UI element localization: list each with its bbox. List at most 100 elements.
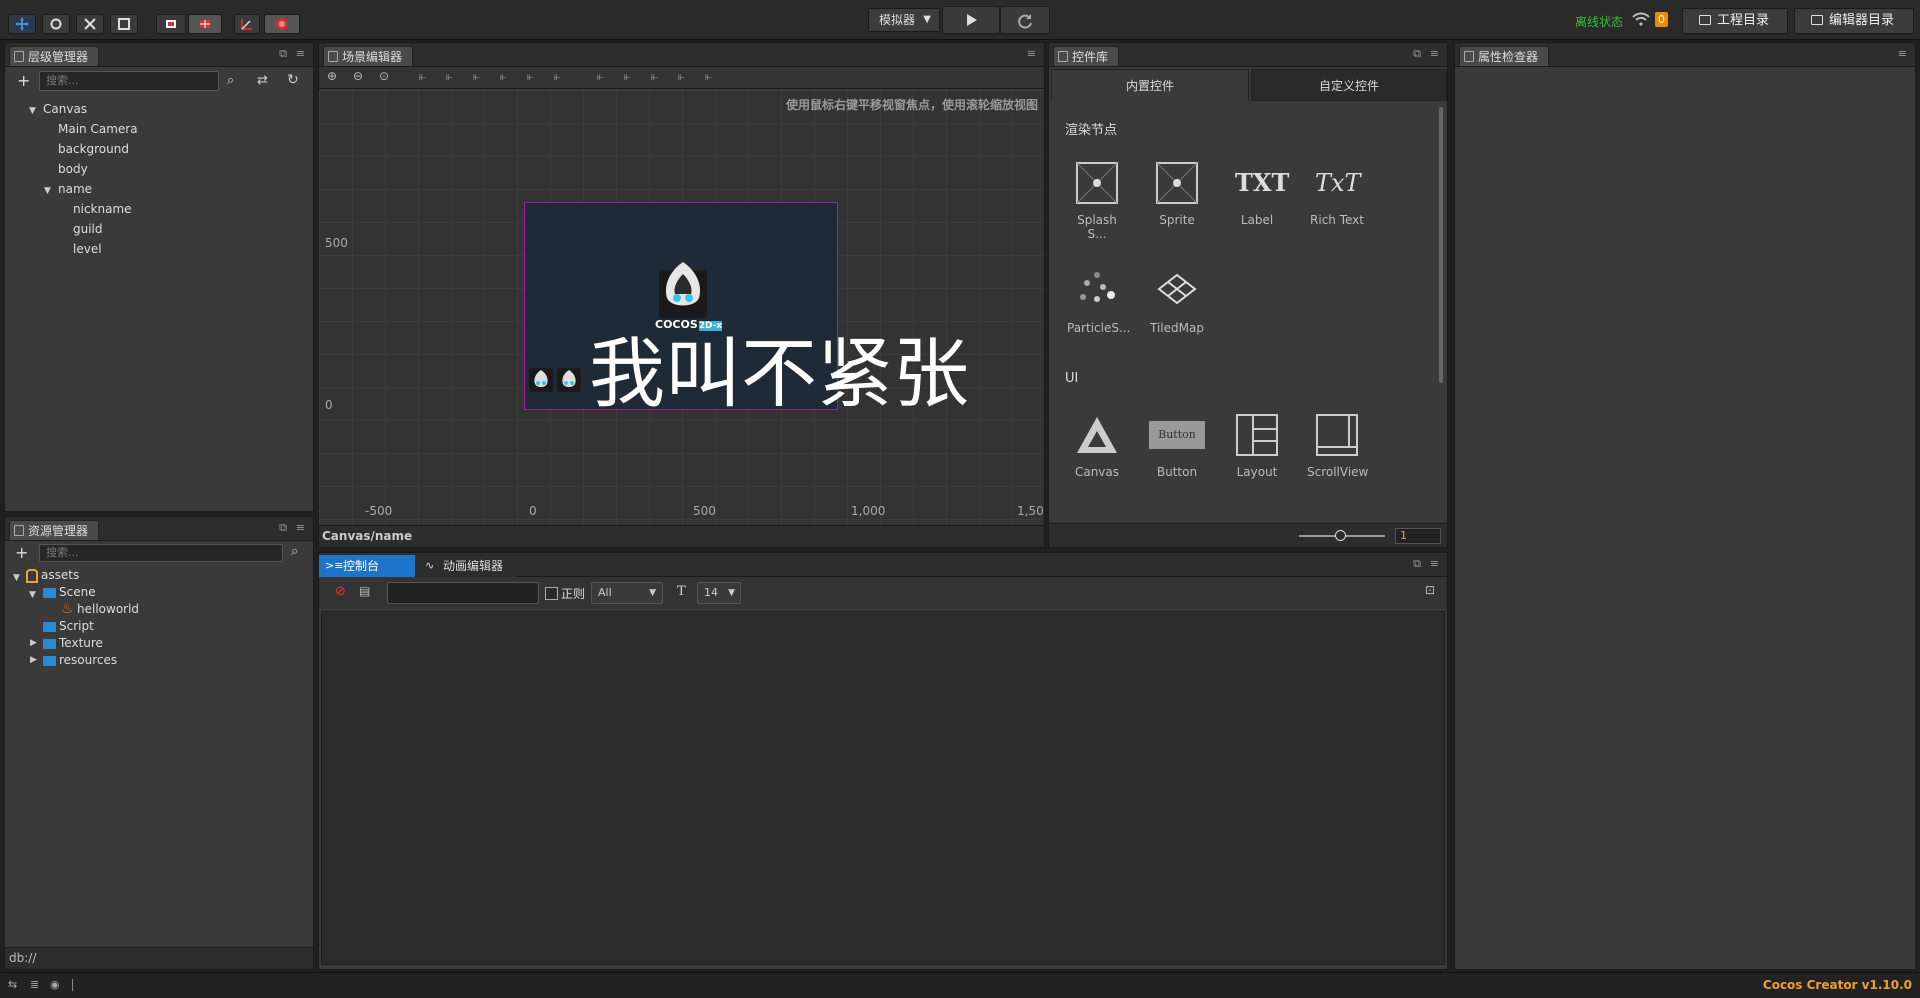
asset-resources-folder[interactable]: resources [59, 653, 117, 667]
swap-icon[interactable]: ⇄ [257, 73, 268, 88]
widget-tiledmap[interactable]: TiledMap [1147, 269, 1207, 335]
tree-node-name[interactable]: name [58, 182, 92, 196]
widget-scrollview[interactable]: ScrollView [1307, 413, 1368, 479]
chevron-right-icon[interactable]: ▶ [30, 655, 37, 665]
tree-node-nickname[interactable]: nickname [73, 202, 132, 216]
asset-helloworld[interactable]: helloworld [77, 602, 139, 616]
asset-scene-folder[interactable]: Scene [59, 585, 96, 599]
console-filter-input[interactable] [387, 582, 539, 604]
add-asset-button[interactable]: + [15, 543, 28, 562]
search-icon[interactable]: ⌕ [227, 73, 234, 88]
tab-builtin[interactable]: 内置控件 [1051, 69, 1249, 101]
tab-custom[interactable]: 自定义控件 [1251, 69, 1447, 101]
hierarchy-search-input[interactable]: 搜索... [39, 71, 219, 91]
font-size-select[interactable]: 14 ▼ [697, 582, 741, 604]
slider-handle[interactable] [1335, 530, 1346, 541]
cocos-logo[interactable]: COCOS2D-x [653, 260, 723, 334]
asset-texture-folder[interactable]: Texture [59, 636, 103, 650]
widget-particle-system[interactable]: ParticleS... [1067, 269, 1130, 335]
eye-icon[interactable]: ◉ [50, 978, 60, 991]
widget-list-scrollbar[interactable] [1439, 107, 1443, 383]
chevron-right-icon[interactable]: ▶ [30, 638, 37, 648]
popout-icon[interactable]: ⧉ [279, 47, 287, 61]
chevron-down-icon[interactable]: ▼ [44, 186, 51, 196]
refresh-icon[interactable]: ↻ [287, 72, 299, 88]
widget-splash-sprite[interactable]: Splash S... [1067, 161, 1127, 241]
scale-tool-button[interactable] [76, 14, 104, 34]
widget-canvas[interactable]: Canvas [1067, 413, 1127, 479]
distribute-left-icon[interactable]: ⫦ [678, 69, 685, 84]
tree-node-canvas[interactable]: Canvas [43, 102, 87, 116]
refresh-button[interactable] [1000, 6, 1050, 34]
world-coord-button[interactable] [264, 14, 300, 34]
align-right-icon[interactable]: ⫦ [473, 69, 480, 84]
tree-node-main-camera[interactable]: Main Camera [58, 122, 138, 136]
tab-animation[interactable]: ∿ 动画编辑器 [417, 555, 517, 577]
menu-icon[interactable]: ≡ [1898, 47, 1907, 60]
asset-assets[interactable]: assets [41, 568, 79, 582]
pivot-local-button[interactable] [156, 14, 186, 34]
editor-dir-button[interactable]: 编辑器目录 [1794, 8, 1914, 34]
assets-tab[interactable]: 资源管理器 [9, 520, 100, 540]
regex-checkbox[interactable] [545, 587, 558, 600]
tree-node-background[interactable]: background [58, 142, 129, 156]
level-select[interactable]: All ▼ [591, 582, 663, 604]
console-log-area[interactable] [321, 611, 1445, 965]
tree-node-guild[interactable]: guild [73, 222, 103, 236]
menu-icon[interactable]: ≡ [1430, 557, 1439, 570]
menu-icon[interactable]: ≡ [296, 47, 305, 60]
open-log-icon[interactable]: ▤ [359, 584, 370, 598]
small-logo-2[interactable] [557, 368, 581, 392]
small-logo-1[interactable] [529, 368, 553, 392]
menu-icon[interactable]: ≡ [296, 521, 305, 534]
tree-node-level[interactable]: level [73, 242, 102, 256]
menu-icon[interactable]: ≡ [1430, 47, 1439, 60]
local-coord-button[interactable] [234, 14, 260, 34]
popout-icon[interactable]: ⧉ [1413, 47, 1421, 61]
simulator-select[interactable]: 模拟器 ▼ [868, 8, 940, 32]
hierarchy-tab[interactable]: 层级管理器 [9, 46, 100, 66]
align-left-icon[interactable]: ⫦ [419, 69, 426, 84]
popout-icon[interactable]: ⧉ [1413, 557, 1421, 571]
add-node-button[interactable]: + [17, 71, 30, 90]
asset-script-folder[interactable]: Script [59, 619, 94, 633]
scene-viewport[interactable]: 使用鼠标右键平移视窗焦点，使用滚轮缩放视图 COCOS2D-x 我叫不紧张 50… [319, 90, 1044, 526]
widget-sprite[interactable]: Sprite [1147, 161, 1207, 227]
widgets-tab[interactable]: 控件库 [1053, 46, 1120, 66]
sync-icon[interactable]: ⇆ [8, 978, 17, 991]
scene-tab[interactable]: 场景编辑器 [323, 46, 414, 66]
chevron-down-icon[interactable]: ▼ [29, 106, 36, 116]
align-top-icon[interactable]: ⫦ [500, 69, 507, 84]
chevron-down-icon[interactable]: ▼ [29, 590, 36, 600]
name-label-node[interactable]: 我叫不紧张 [589, 336, 969, 412]
distribute-top-icon[interactable]: ⫦ [597, 69, 604, 84]
widget-layout[interactable]: Layout [1227, 413, 1287, 479]
tree-node-body[interactable]: body [58, 162, 88, 176]
move-tool-button[interactable] [8, 14, 36, 34]
project-dir-button[interactable]: 工程目录 [1682, 8, 1788, 34]
assets-search-input[interactable]: 搜索... [39, 544, 283, 562]
popout-icon[interactable]: ⧉ [279, 521, 287, 535]
menu-icon[interactable]: ≡ [1027, 47, 1036, 60]
pivot-center-button[interactable] [188, 14, 222, 34]
align-vcenter-icon[interactable]: ⫦ [527, 69, 534, 84]
play-button[interactable] [942, 6, 1000, 34]
widget-label[interactable]: TXT Label [1227, 161, 1289, 227]
widget-rich-text[interactable]: TxT Rich Text [1307, 161, 1367, 227]
notification-badge[interactable]: 0 [1655, 12, 1668, 27]
distribute-vcenter-icon[interactable]: ⫦ [624, 69, 631, 84]
search-icon[interactable]: ⌕ [291, 544, 298, 559]
zoom-slider[interactable] [1299, 530, 1385, 541]
rotate-tool-button[interactable] [42, 14, 70, 34]
widget-button[interactable]: Button Button [1147, 413, 1207, 479]
tab-console[interactable]: >≡ 控制台 [319, 555, 415, 577]
zoom-input[interactable]: 1 [1395, 528, 1441, 544]
clear-icon[interactable]: ⊘ [335, 584, 346, 599]
zoom-reset-icon[interactable]: ⊙ [379, 69, 389, 83]
align-bottom-icon[interactable]: ⫦ [554, 69, 561, 84]
distribute-hcenter-icon[interactable]: ⫦ [705, 69, 712, 84]
zoom-out-icon[interactable]: ⊖ [353, 69, 363, 83]
database-icon[interactable]: ≣ [30, 978, 39, 991]
collapse-icon[interactable]: ⊡ [1425, 583, 1435, 597]
chevron-down-icon[interactable]: ▼ [13, 573, 20, 583]
